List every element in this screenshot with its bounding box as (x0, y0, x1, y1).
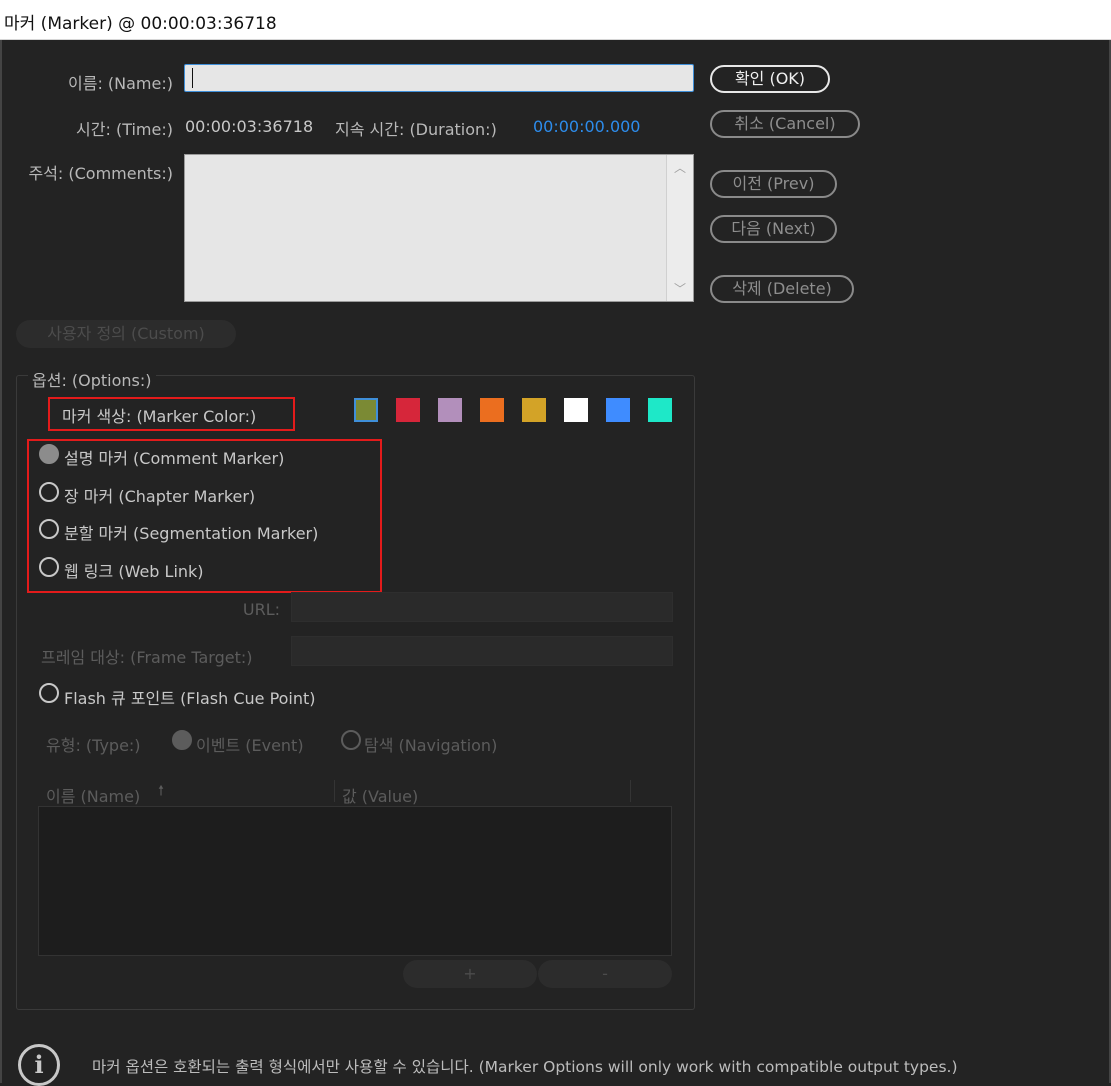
comments-scrollbar[interactable]: ︿ ﹀ (666, 155, 693, 301)
cancel-button[interactable]: 취소 (Cancel) (710, 110, 860, 138)
table-header-name[interactable]: 이름 (Name) (46, 783, 140, 807)
name-label: 이름: (Name:) (68, 74, 173, 93)
marker-type-radio[interactable] (39, 481, 59, 502)
marker-type-radio[interactable] (39, 556, 59, 577)
cue-point-table[interactable] (38, 806, 672, 956)
marker-type-radio[interactable] (39, 519, 59, 539)
remove-row-button[interactable]: - (538, 960, 672, 988)
flash-cue-point-radio[interactable] (39, 683, 59, 703)
event-radio[interactable] (172, 730, 192, 750)
column-separator-end[interactable] (630, 780, 631, 802)
color-swatch[interactable] (354, 398, 378, 422)
title-bar: 마커 (Marker) @ 00:00:03:36718 (0, 0, 1111, 40)
url-input[interactable] (291, 592, 673, 622)
navigation-radio[interactable] (341, 730, 361, 750)
scroll-up-icon[interactable]: ︿ (674, 159, 686, 176)
prev-button[interactable]: 이전 (Prev) (710, 170, 837, 198)
marker-type-radio[interactable] (39, 444, 59, 464)
type-label: 유형: (Type:) (46, 736, 141, 755)
info-icon: i (18, 1044, 60, 1086)
ok-button[interactable]: 확인 (OK) (710, 65, 830, 93)
sort-arrow-up-icon: 🠕 (158, 783, 165, 799)
duration-label: 지속 시간: (Duration:) (335, 120, 497, 139)
comments-label: 주석: (Comments:) (28, 164, 173, 183)
color-swatch[interactable] (396, 398, 420, 422)
duration-value[interactable]: 00:00:00.000 (533, 117, 640, 136)
marker-type-label: 웹 링크 (Web Link) (64, 561, 204, 581)
column-separator[interactable] (334, 780, 335, 802)
color-swatch[interactable] (480, 398, 504, 422)
marker-type-label: 분할 마커 (Segmentation Marker) (64, 524, 319, 543)
color-swatch[interactable] (648, 398, 672, 422)
window-title: 마커 (Marker) @ 00:00:03:36718 (4, 14, 277, 34)
color-swatch[interactable] (438, 398, 462, 422)
time-label: 시간: (Time:) (76, 120, 173, 139)
custom-button[interactable]: 사용자 정의 (Custom) (16, 320, 236, 348)
add-row-button[interactable]: + (403, 960, 537, 988)
scroll-down-icon[interactable]: ﹀ (674, 280, 686, 297)
url-label: URL: (242, 600, 280, 619)
frame-target-input[interactable] (291, 636, 673, 666)
color-swatch[interactable] (522, 398, 546, 422)
text-caret (192, 68, 193, 88)
event-label: 이벤트 (Event) (196, 736, 304, 755)
marker-type-label: 설명 마커 (Comment Marker) (64, 449, 285, 468)
table-header-value[interactable]: 값 (Value) (342, 783, 418, 807)
flash-cue-point-label: Flash 큐 포인트 (Flash Cue Point) (64, 689, 316, 708)
footer-note: 마커 옵션은 호환되는 출력 형식에서만 사용할 수 있습니다. (Marker… (92, 1058, 958, 1076)
time-value: 00:00:03:36718 (185, 117, 314, 136)
navigation-label: 탐색 (Navigation) (364, 736, 498, 755)
window-border-left (0, 40, 2, 1083)
color-swatch[interactable] (564, 398, 588, 422)
frame-target-label: 프레임 대상: (Frame Target:) (41, 648, 253, 667)
comments-textarea[interactable]: ︿ ﹀ (184, 154, 694, 302)
color-swatch[interactable] (606, 398, 630, 422)
name-input[interactable] (184, 64, 694, 92)
delete-button[interactable]: 삭제 (Delete) (710, 275, 854, 303)
marker-type-label: 장 마커 (Chapter Marker) (64, 486, 256, 506)
options-title: 옵션: (Options:) (28, 367, 156, 391)
highlight-box-marker-color (48, 397, 295, 431)
next-button[interactable]: 다음 (Next) (710, 215, 837, 243)
